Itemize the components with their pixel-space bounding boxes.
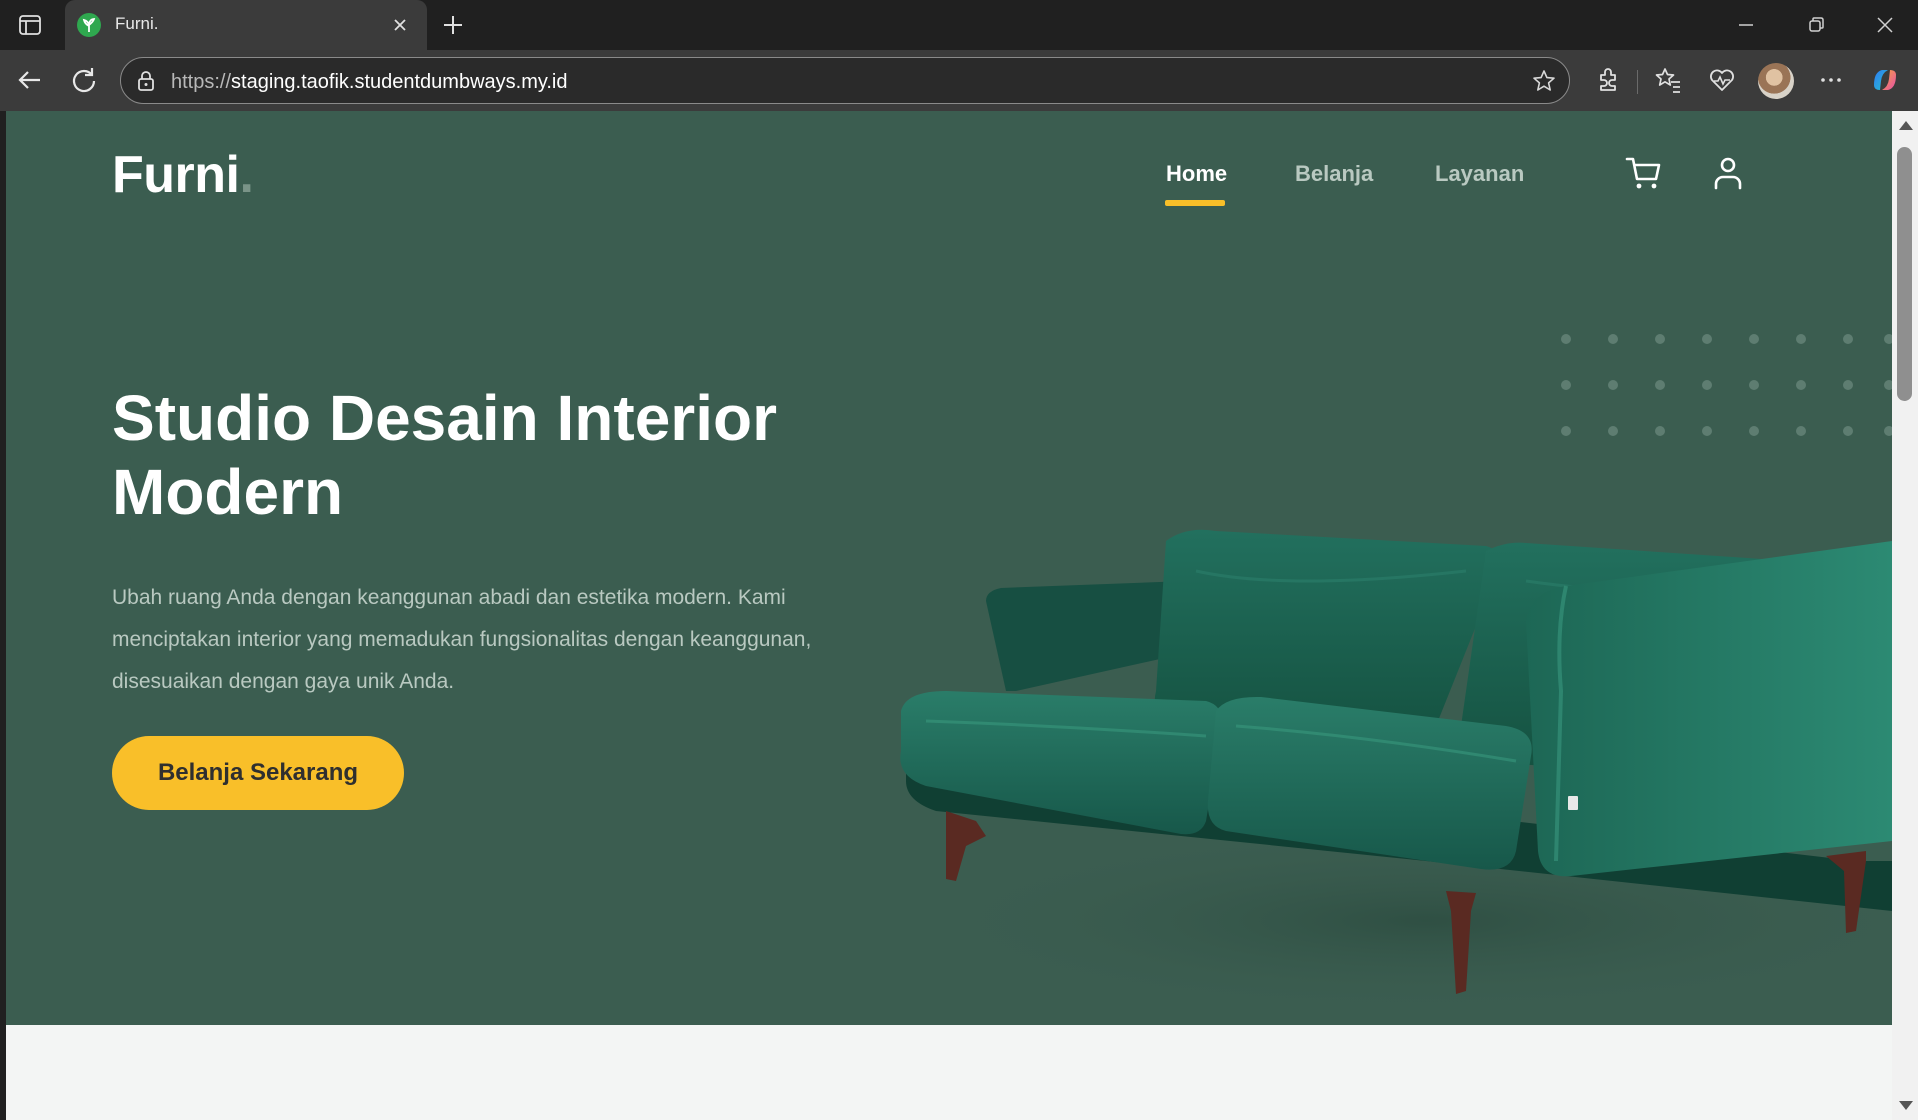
- browser-tab-active[interactable]: Furni.: [65, 0, 427, 51]
- scroll-down-arrow-icon[interactable]: [1899, 1101, 1913, 1110]
- leaf-icon: [77, 13, 101, 37]
- browser-tab-strip: Furni.: [0, 0, 1918, 51]
- extensions-icon[interactable]: [1591, 63, 1625, 97]
- site-logo[interactable]: Furni.: [112, 145, 254, 205]
- lock-icon[interactable]: [133, 68, 159, 94]
- url-host: staging.taofik.studentdumbways.my.id: [231, 71, 568, 93]
- shop-now-button[interactable]: Belanja Sekarang: [112, 736, 404, 810]
- hero-description: Ubah ruang Anda dengan keanggunan abadi …: [112, 586, 812, 693]
- nav-link-home[interactable]: Home: [1166, 161, 1227, 187]
- nav-active-indicator: [1165, 200, 1225, 206]
- health-icon[interactable]: [1705, 63, 1739, 97]
- close-window-icon[interactable]: [1870, 10, 1900, 40]
- sidebar-toggle-icon[interactable]: [14, 12, 46, 38]
- new-tab-icon[interactable]: [438, 10, 468, 40]
- browser-toolbar: https://staging.taofik.studentdumbways.m…: [0, 50, 1918, 111]
- logo-dot: .: [239, 146, 254, 204]
- profile-avatar[interactable]: [1758, 63, 1794, 99]
- url-protocol: https://: [171, 71, 232, 93]
- close-tab-icon[interactable]: [387, 12, 413, 38]
- cart-icon[interactable]: [1624, 153, 1664, 193]
- toolbar-separator: [1637, 70, 1638, 94]
- tab-title: Furni.: [115, 14, 159, 33]
- favorite-star-icon[interactable]: [1531, 68, 1557, 94]
- url-text[interactable]: https://staging.taofik.studentdumbways.m…: [171, 71, 568, 94]
- page-viewport: Furni. Home Belanja Layanan Studio Desai…: [6, 111, 1892, 1120]
- restore-icon[interactable]: [1801, 10, 1831, 40]
- copilot-icon[interactable]: [1868, 63, 1902, 97]
- nav-link-layanan[interactable]: Layanan: [1435, 161, 1524, 187]
- back-icon[interactable]: [14, 64, 46, 96]
- reload-icon[interactable]: [68, 64, 100, 96]
- sofa-image: [900, 529, 1892, 1016]
- hero-title: Studio Desain Interior Modern: [112, 382, 777, 528]
- more-icon[interactable]: [1814, 63, 1848, 97]
- scroll-up-arrow-icon[interactable]: [1899, 121, 1913, 130]
- hero-section: Furni. Home Belanja Layanan Studio Desai…: [6, 111, 1892, 1025]
- minimize-icon[interactable]: [1731, 10, 1761, 40]
- scroll-thumb[interactable]: [1897, 147, 1912, 401]
- favorites-icon[interactable]: [1651, 63, 1685, 97]
- user-icon[interactable]: [1708, 153, 1748, 193]
- page-scrollbar[interactable]: [1892, 111, 1918, 1120]
- logo-text: Furni: [112, 146, 240, 204]
- nav-link-belanja[interactable]: Belanja: [1295, 161, 1373, 187]
- address-bar[interactable]: https://staging.taofik.studentdumbways.m…: [120, 57, 1570, 104]
